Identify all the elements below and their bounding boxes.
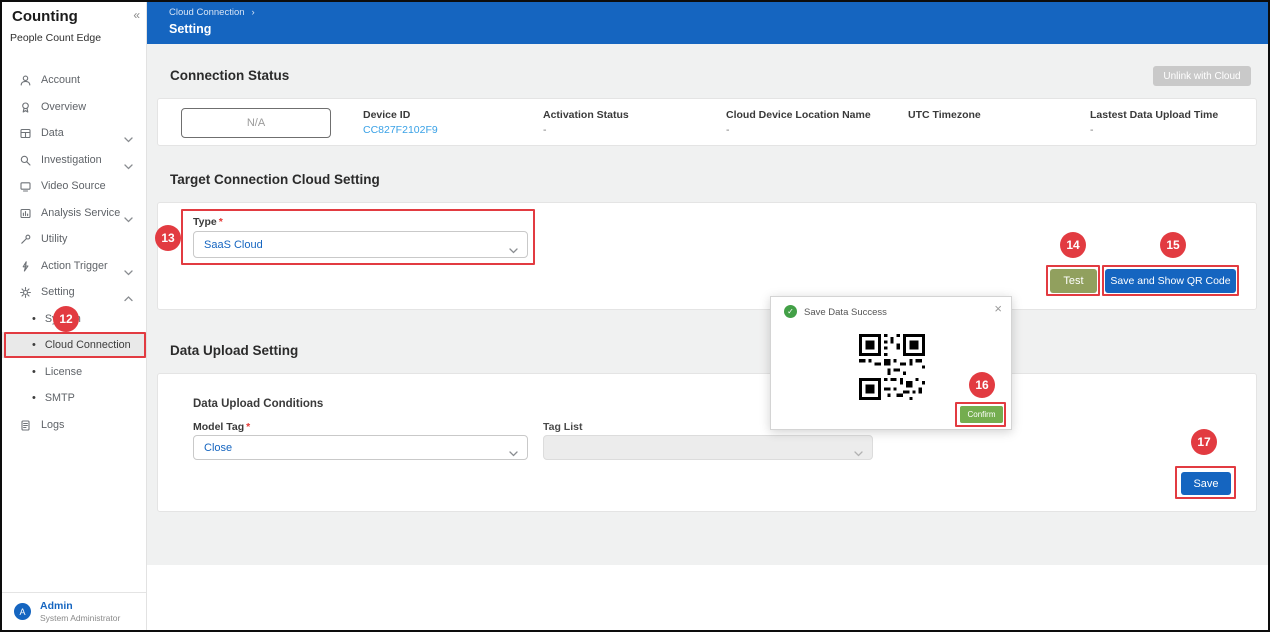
sidebar-item-label: Action Trigger <box>41 260 108 272</box>
annotation-rect-type-dropdown <box>181 209 535 265</box>
breadcrumb-item[interactable]: Cloud Connection <box>169 7 245 18</box>
sidebar-item-label: License <box>45 366 82 378</box>
sidebar-item-label: Overview <box>41 101 86 113</box>
data-upload-heading: Data Upload Setting <box>170 343 298 358</box>
search-icon <box>19 154 41 167</box>
annotation-badge-15: 15 <box>1160 232 1186 258</box>
sidebar-item-label: Utility <box>41 233 67 245</box>
field-label-last-upload-time: Lastest Data Upload Time <box>1090 109 1218 121</box>
annotation-badge-16: 16 <box>969 372 995 398</box>
annotation-rect-save-qr-button <box>1102 265 1239 296</box>
sidebar-item-label: Data <box>41 127 64 139</box>
chevron-down-icon <box>509 444 518 462</box>
model-tag-dropdown-value: Close <box>204 442 232 454</box>
tag-list-label: Tag List <box>543 421 582 433</box>
model-tag-label: Model Tag* <box>193 421 250 433</box>
sidebar-item-action-trigger[interactable]: Action Trigger <box>2 253 146 279</box>
utility-icon <box>19 233 41 246</box>
breadcrumb[interactable]: Cloud Connection › <box>169 7 255 18</box>
connection-status-heading: Connection Status <box>170 68 289 83</box>
chevron-down-icon <box>124 130 133 148</box>
sidebar-item-investigation[interactable]: Investigation <box>2 147 146 173</box>
app-window: Counting « People Count Edge Account Ove… <box>0 0 1270 632</box>
sidebar-item-label: Setting <box>41 286 75 298</box>
sidebar-item-overview[interactable]: Overview <box>2 94 146 120</box>
user-name: Admin <box>40 600 120 613</box>
sidebar-item-analysis-service[interactable]: Analysis Service <box>2 200 146 226</box>
top-header: Cloud Connection › Setting <box>147 2 1268 44</box>
sidebar-item-label: Video Source <box>41 180 106 192</box>
field-label-cloud-device-location: Cloud Device Location Name <box>726 109 871 121</box>
annotation-badge-13: 13 <box>155 225 181 251</box>
breadcrumb-separator-icon: › <box>252 7 255 18</box>
sidebar-item-setting[interactable]: Setting <box>2 279 146 305</box>
chevron-down-icon <box>854 444 863 462</box>
field-label-device-id: Device ID <box>363 109 410 121</box>
sidebar-item-utility[interactable]: Utility <box>2 226 146 252</box>
annotation-badge-14: 14 <box>1060 232 1086 258</box>
bullet-icon: • <box>32 366 36 378</box>
avatar[interactable]: A <box>14 603 31 620</box>
sidebar-collapse-icon[interactable]: « <box>133 8 140 22</box>
sidebar-item-logs[interactable]: Logs <box>2 412 146 438</box>
sidebar-item-license[interactable]: • License <box>2 359 146 385</box>
sidebar-item-smtp[interactable]: • SMTP <box>2 385 146 411</box>
qr-code <box>859 334 925 405</box>
gear-icon <box>19 286 41 299</box>
field-value-device-id: CC827F2102F9 <box>363 124 438 136</box>
video-source-icon <box>19 180 41 193</box>
main-content: Connection Status Unlink with Cloud N/A … <box>147 44 1268 630</box>
sidebar-item-label: Investigation <box>41 154 102 166</box>
annotation-badge-12: 12 <box>53 306 79 332</box>
chevron-up-icon <box>124 289 133 307</box>
app-title: Counting <box>12 8 78 25</box>
overview-icon <box>19 101 41 114</box>
modal-title: Save Data Success <box>804 307 887 318</box>
model-tag-dropdown[interactable]: Close <box>193 435 528 460</box>
sidebar-item-label: Logs <box>41 419 64 431</box>
data-upload-card: Data Upload Conditions Model Tag* Close … <box>157 373 1257 512</box>
sidebar-item-label: Account <box>41 74 80 86</box>
app-subtitle: People Count Edge <box>10 32 101 44</box>
analysis-service-icon <box>19 207 41 220</box>
sidebar-footer-divider <box>2 592 146 593</box>
annotation-rect-test-button <box>1046 265 1100 296</box>
unlink-with-cloud-button[interactable]: Unlink with Cloud <box>1153 66 1251 86</box>
field-label-activation-status: Activation Status <box>543 109 629 121</box>
sidebar-item-data[interactable]: Data <box>2 120 146 146</box>
success-check-icon: ✓ <box>784 305 797 318</box>
data-upload-conditions-label: Data Upload Conditions <box>193 398 323 410</box>
logs-icon <box>19 419 41 432</box>
account-icon <box>19 74 41 87</box>
required-asterisk: * <box>246 421 250 433</box>
sidebar-item-label: SMTP <box>45 392 75 404</box>
bullet-icon: • <box>32 313 36 325</box>
field-value-activation-status: - <box>543 124 547 136</box>
annotation-rect-save-button <box>1175 466 1236 499</box>
action-trigger-icon <box>19 260 41 273</box>
user-profile: A Admin System Administrator <box>14 600 120 623</box>
sidebar-item-video-source[interactable]: Video Source <box>2 173 146 199</box>
sidebar-item-label: Analysis Service <box>41 207 120 219</box>
field-value-last-upload-time: - <box>1090 124 1094 136</box>
field-label-utc-timezone: UTC Timezone <box>908 109 981 121</box>
annotation-rect-confirm-button <box>955 402 1006 427</box>
target-connection-heading: Target Connection Cloud Setting <box>170 172 380 187</box>
tag-list-dropdown[interactable] <box>543 435 873 460</box>
sidebar-item-account[interactable]: Account <box>2 67 146 93</box>
bullet-icon: • <box>32 392 36 404</box>
close-icon[interactable]: × <box>994 301 1002 316</box>
data-icon <box>19 127 41 140</box>
annotation-badge-17: 17 <box>1191 429 1217 455</box>
page-title: Setting <box>169 22 211 36</box>
connection-status-box: N/A <box>181 108 331 138</box>
annotation-rect-cloud-connection <box>4 332 146 358</box>
user-role: System Administrator <box>40 613 120 623</box>
connection-status-card: N/A Device ID CC827F2102F9 Activation St… <box>157 98 1257 146</box>
field-value-cloud-device-location: - <box>726 124 730 136</box>
